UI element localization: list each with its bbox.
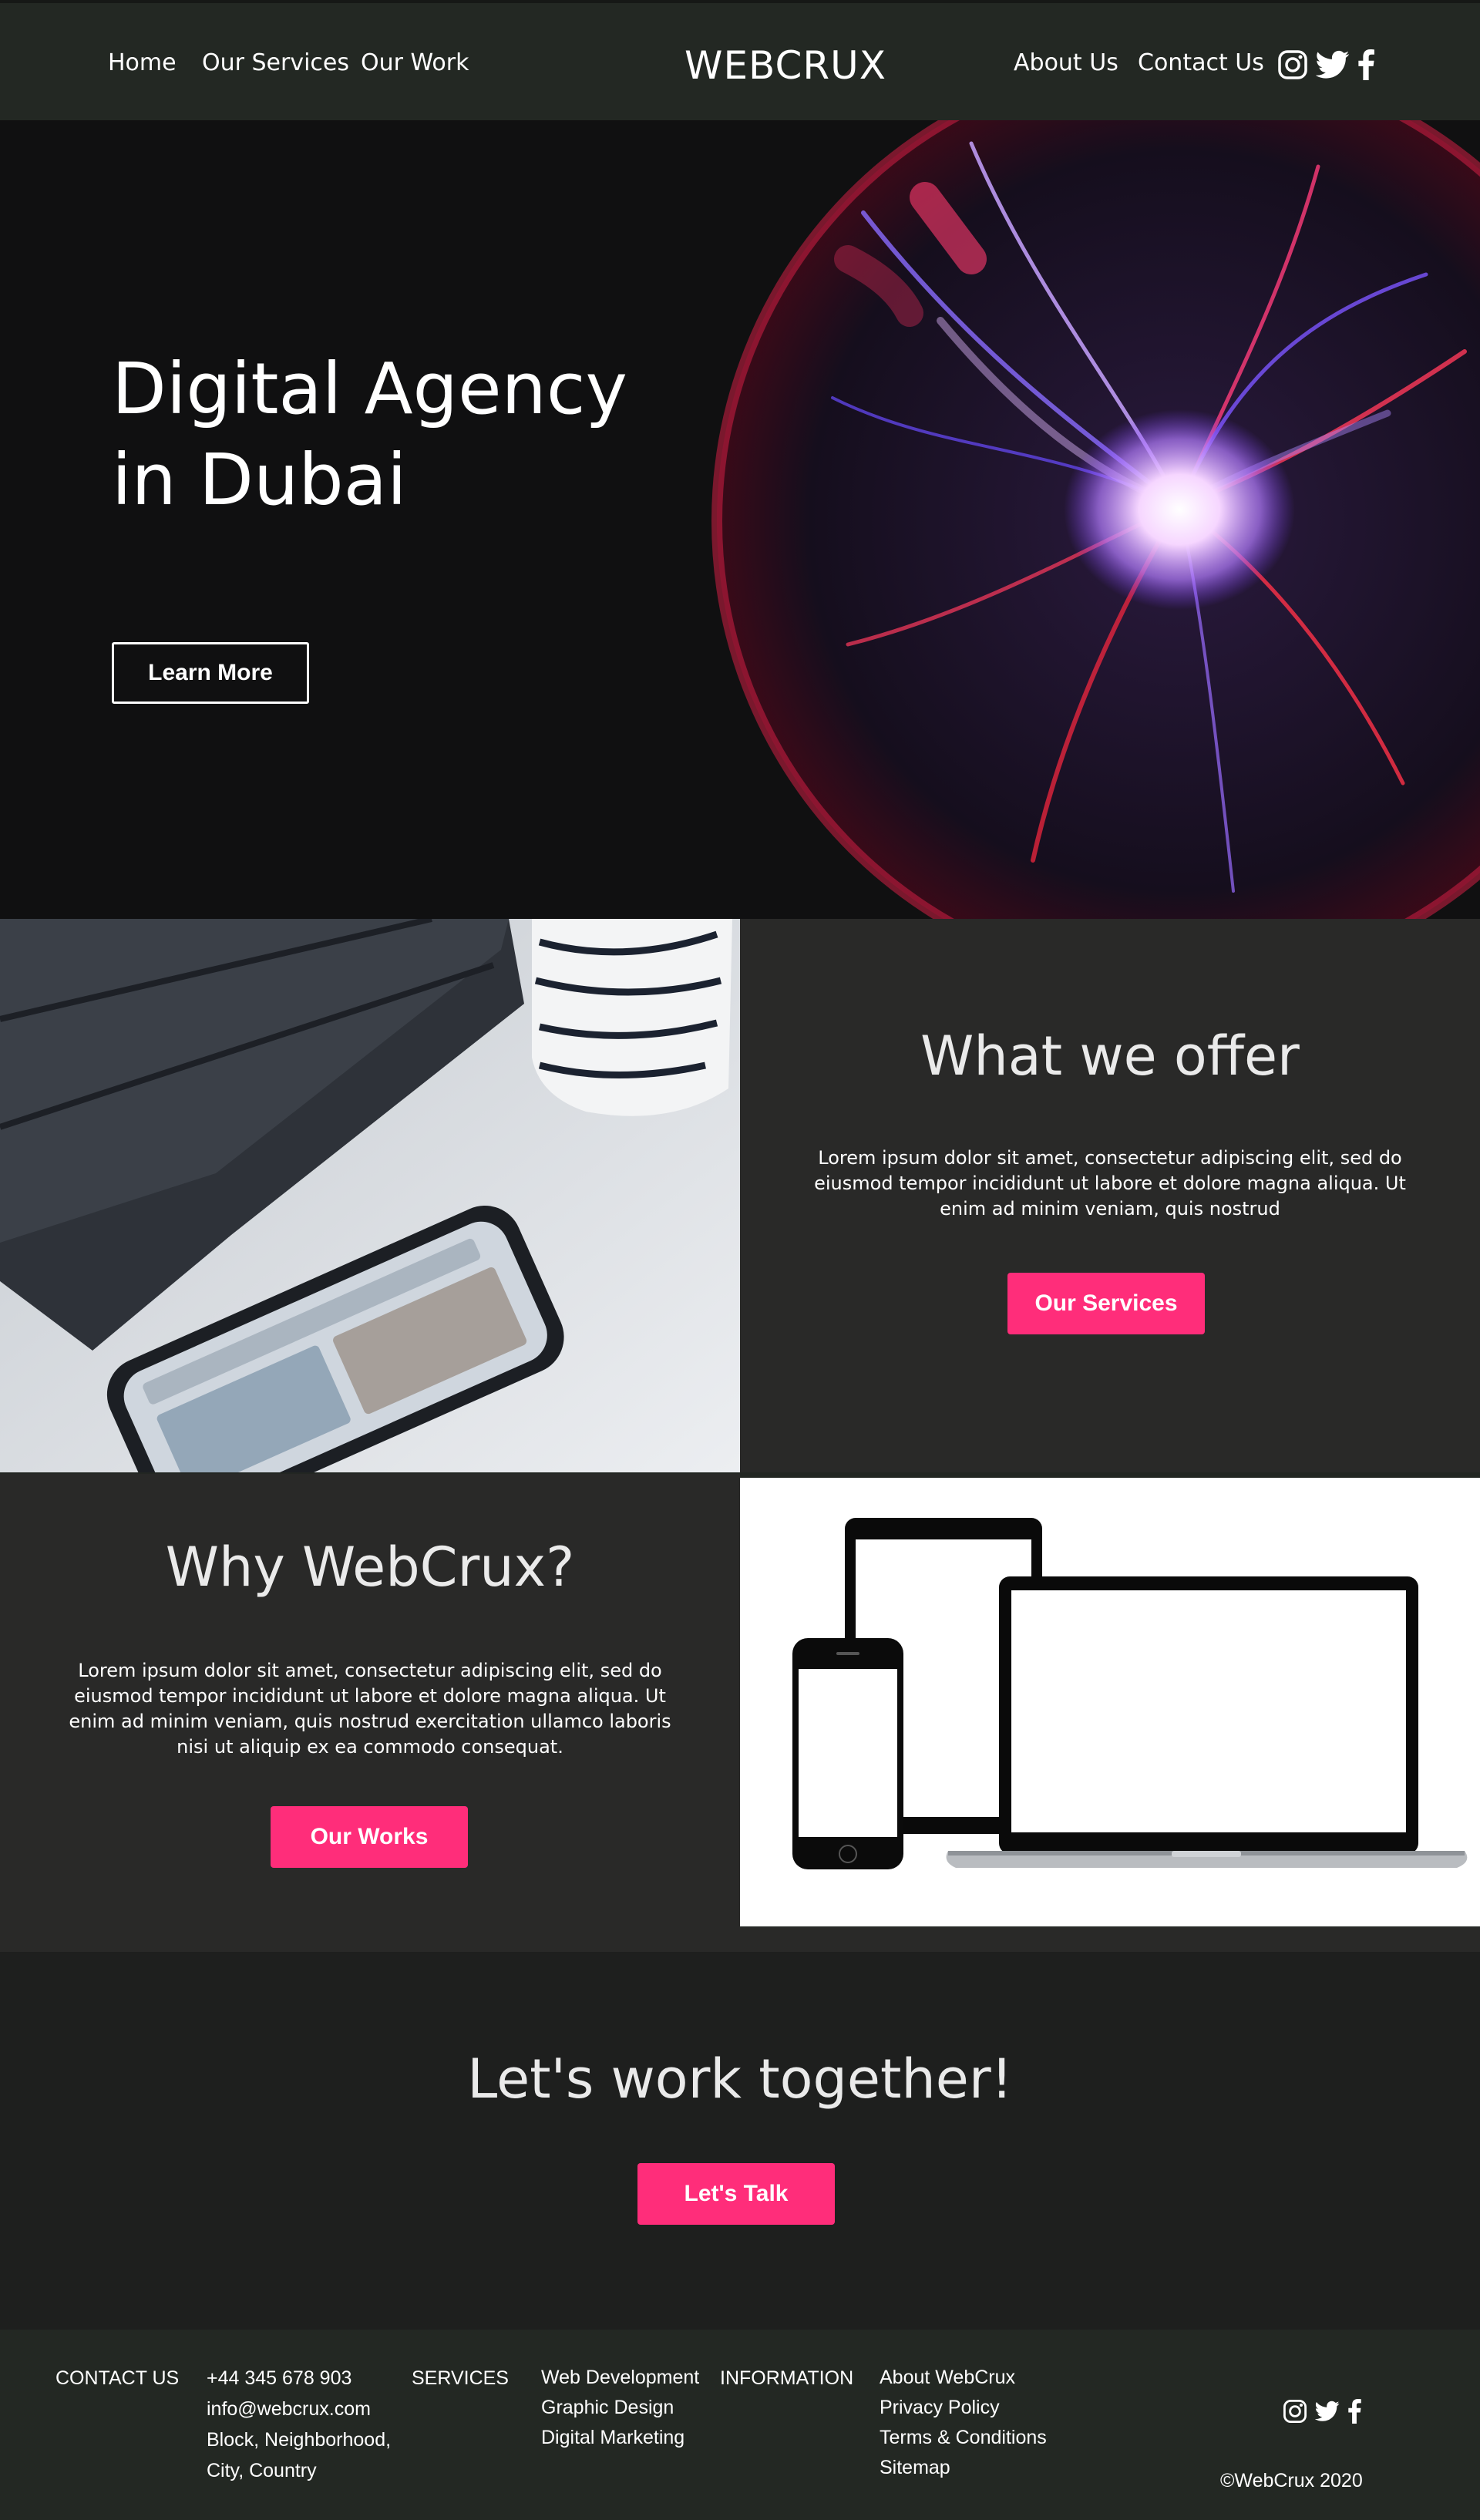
footer-services-links: Web Development Graphic Design Digital M… (541, 2363, 699, 2453)
top-navbar: Home Our Services Our Work WEBCRUX About… (0, 0, 1480, 120)
footer-link-sitemap[interactable]: Sitemap (880, 2453, 1047, 2483)
why-webcrux-text: Lorem ipsum dolor sit amet, consectetur … (69, 1660, 671, 1758)
our-services-button[interactable]: Our Services (1007, 1273, 1205, 1334)
offer-phone-tablet-image (0, 919, 740, 1472)
responsive-devices-image (740, 1478, 1480, 1926)
nav-social-icons (1277, 49, 1374, 83)
footer-link-web-development[interactable]: Web Development (541, 2363, 699, 2393)
footer-contact-heading: CONTACT US (56, 2367, 180, 2389)
footer-email[interactable]: info@webcrux.com (207, 2394, 391, 2424)
facebook-icon[interactable] (1357, 49, 1374, 83)
footer-copyright: ©WebCrux 2020 (1220, 2470, 1363, 2491)
footer: CONTACT US +44 345 678 903 info@webcrux.… (0, 2330, 1480, 2520)
footer-link-privacy-policy[interactable]: Privacy Policy (880, 2393, 1047, 2423)
footer-services-heading: SERVICES (412, 2367, 509, 2389)
instagram-icon[interactable] (1283, 2399, 1307, 2429)
nav-link-home[interactable]: Home (108, 49, 177, 76)
why-webcrux-title: Why WebCrux? (165, 1536, 575, 1599)
what-we-offer-section: What we offer Lorem ipsum dolor sit amet… (740, 919, 1480, 1472)
footer-link-digital-marketing[interactable]: Digital Marketing (541, 2423, 699, 2453)
brand-logo[interactable]: WEBCRUX (684, 43, 886, 88)
nav-link-our-services[interactable]: Our Services (202, 49, 349, 76)
nav-link-our-work[interactable]: Our Work (361, 49, 469, 76)
footer-contact-details: +44 345 678 903 info@webcrux.com Block, … (207, 2363, 391, 2486)
facebook-icon[interactable] (1347, 2399, 1361, 2429)
footer-address-line-2: City, Country (207, 2460, 317, 2481)
learn-more-button[interactable]: Learn More (112, 642, 309, 704)
our-works-button[interactable]: Our Works (271, 1806, 468, 1868)
twitter-icon[interactable] (1314, 2401, 1340, 2427)
hero-title-line-2: in Dubai (112, 439, 407, 521)
what-we-offer-title: What we offer (920, 1024, 1300, 1088)
instagram-icon[interactable] (1277, 49, 1308, 83)
nav-link-about-us[interactable]: About Us (1014, 49, 1118, 76)
why-section-bottom-band (0, 1927, 1480, 1952)
footer-information-links: About WebCrux Privacy Policy Terms & Con… (880, 2363, 1047, 2483)
footer-link-about-webcrux[interactable]: About WebCrux (880, 2363, 1047, 2393)
what-we-offer-text: Lorem ipsum dolor sit amet, consectetur … (814, 1147, 1406, 1220)
footer-phone[interactable]: +44 345 678 903 (207, 2363, 391, 2394)
footer-address-line-1: Block, Neighborhood, (207, 2429, 392, 2451)
footer-link-graphic-design[interactable]: Graphic Design (541, 2393, 699, 2423)
why-webcrux-section: Why WebCrux? Lorem ipsum dolor sit amet,… (0, 1474, 740, 1952)
lets-talk-button[interactable]: Let's Talk (637, 2163, 835, 2225)
footer-social-icons (1283, 2399, 1361, 2429)
lets-work-together-section: Let's work together! Let's Talk (0, 1952, 1480, 2330)
footer-link-terms-conditions[interactable]: Terms & Conditions (880, 2423, 1047, 2453)
hero-section: Digital Agency in Dubai Learn More (0, 120, 1480, 919)
footer-information-heading: INFORMATION (720, 2367, 854, 2389)
twitter-icon[interactable] (1315, 50, 1350, 82)
hero-title: Digital Agency in Dubai (112, 344, 627, 526)
lets-work-together-title: Let's work together! (467, 2047, 1013, 2111)
nav-link-contact-us[interactable]: Contact Us (1138, 49, 1264, 76)
hero-plasma-ball-image (711, 120, 1480, 919)
hero-title-line-1: Digital Agency (112, 348, 627, 430)
